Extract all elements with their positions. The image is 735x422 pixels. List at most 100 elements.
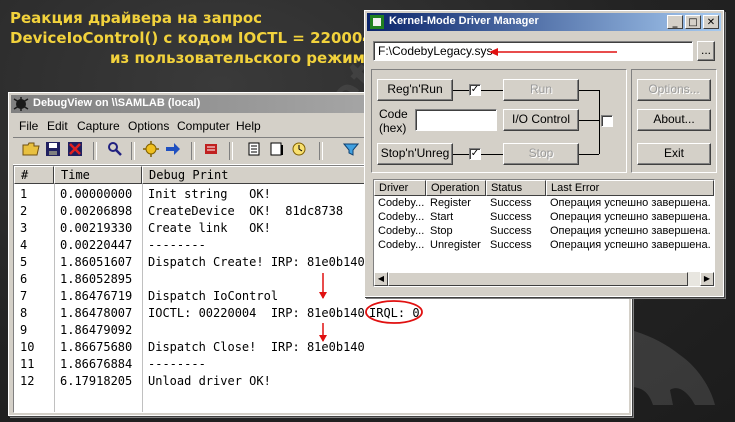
log-cell-err: Операция успешно завершена. [550,197,711,209]
debug-row-number: 9 [20,323,28,337]
arrow-right-icon[interactable] [163,141,183,161]
debug-row-number: 5 [20,255,28,269]
io-control-checkbox[interactable] [601,115,613,127]
ioctl-code-input[interactable] [415,109,497,131]
menu-edit[interactable]: Edit [47,119,68,133]
minimize-button[interactable]: _ [667,15,683,29]
connector-line [579,90,599,91]
log-cell-err: Операция успешно завершена. [550,239,711,251]
history-icon[interactable] [267,141,287,161]
connector-line [481,90,503,91]
toolbar-separator [93,142,97,160]
clock-icon[interactable] [289,141,309,161]
browse-button[interactable]: ... [697,41,715,61]
connector-line [579,120,599,121]
debug-row-number: 7 [20,289,28,303]
save-icon[interactable] [43,141,63,161]
column-header-driver[interactable]: Driver [374,180,426,196]
stop-button[interactable]: Stop [503,143,579,165]
debug-row-text: Dispatch Close! IRP: 81e0b140 [148,340,365,354]
debugview-app-icon [13,97,29,111]
toolbar-separator [229,142,233,160]
red-arrow-path [489,48,617,56]
headline-line-1: Реакция драйвера на запрос [10,9,263,27]
log-cell-driver: Codeby... [378,211,424,223]
code-hex-label: (hex) [379,121,407,135]
column-header-time[interactable]: Time [54,166,142,184]
menu-capture[interactable]: Capture [77,119,120,133]
debug-row-time: 1.86675680 [60,340,133,354]
log-cell-err: Операция успешно завершена. [550,225,711,237]
reg-run-button[interactable]: Reg'n'Run [377,79,453,101]
column-header-number[interactable]: # [14,166,54,184]
filter-icon[interactable] [341,141,361,161]
debug-row-number: 6 [20,272,28,286]
log-cell-driver: Codeby... [378,197,424,209]
column-header-operation[interactable]: Operation [426,180,486,196]
column-header-last-error[interactable]: Last Error [546,180,714,196]
log-cell-status: Success [490,211,532,223]
io-control-button[interactable]: I/O Control [503,109,579,131]
debug-row-number: 2 [20,204,28,218]
horizontal-scrollbar[interactable]: ◀ ▶ [374,272,714,286]
column-divider [54,184,55,412]
menu-file[interactable]: File [19,119,38,133]
debug-row-time: 1.86479092 [60,323,133,337]
column-header-status[interactable]: Status [486,180,546,196]
close-button[interactable]: ✕ [703,15,719,29]
debugview-title: DebugView on \\SAMLAB (local) [33,97,201,109]
reg-run-checkbox[interactable]: ✓ [469,84,481,96]
log-cell-op: Start [430,211,454,223]
connector-line [599,90,600,154]
scrollbar-thumb[interactable] [388,272,688,286]
log-cell-op: Stop [430,225,453,237]
run-button[interactable]: Run [503,79,579,101]
debug-row-number: 8 [20,306,28,320]
debug-row-text: Dispatch Create! IRP: 81e0b140 [148,255,365,269]
log-cell-status: Success [490,225,532,237]
debug-row-time: 0.00206898 [60,204,133,218]
debug-row-time: 0.00220447 [60,238,133,252]
maximize-button[interactable]: □ [685,15,701,29]
debug-row-number: 12 [20,374,35,388]
toolbar-separator [191,142,195,160]
toolbar-separator [131,142,135,160]
about-button[interactable]: About... [637,109,711,131]
clear-icon[interactable] [65,141,85,161]
connector-line [453,154,469,155]
open-folder-icon[interactable] [21,141,41,161]
headline-line-3: из пользовательского режима [110,49,376,67]
menu-help[interactable]: Help [236,119,261,133]
toolbar-separator [319,142,323,160]
debug-row-time: 6.17918205 [60,374,133,388]
stop-unreg-checkbox[interactable]: ✓ [469,148,481,160]
driver-path-value: F:\CodebyLegacy.sys [378,44,493,58]
menu-options[interactable]: Options [128,119,169,133]
capture-icon[interactable] [141,141,161,161]
kmdm-window: Kernel-Mode Driver Manager _ □ ✕ F:\Code… [364,10,724,297]
debug-row-text: Dispatch IoControl [148,289,279,303]
operation-log-list[interactable]: Driver Operation Status Last Error Codeb… [373,179,715,287]
exit-button[interactable]: Exit [637,143,711,165]
autoscroll-icon[interactable] [245,141,265,161]
debug-row-time: 1.86052895 [60,272,133,286]
find-icon[interactable] [105,141,125,161]
capture-kernel-icon[interactable] [201,141,221,161]
log-cell-status: Success [490,197,532,209]
debug-row-number: 4 [20,238,28,252]
irql-note-text: IRQL: 0 [369,306,420,320]
stop-unreg-button[interactable]: Stop'n'Unreg [377,143,453,165]
options-button[interactable]: Options... [637,79,711,101]
debug-row-text: -------- [148,357,206,371]
connector-line [481,154,503,155]
debug-row-text: CreateDevice OK! 81dc8738 [148,204,344,218]
menu-computer[interactable]: Computer [177,119,230,133]
debug-row-time: 1.86476719 [60,289,133,303]
debug-row-text: Create link OK! [148,221,271,235]
scroll-right-arrow-icon[interactable]: ▶ [700,272,714,286]
debug-row-text: IOCTL: 00220004 IRP: 81e0b140 [148,306,365,320]
log-cell-driver: Codeby... [378,239,424,251]
kmdm-app-icon [370,15,384,29]
scroll-left-arrow-icon[interactable]: ◀ [374,272,388,286]
kmdm-titlebar[interactable]: Kernel-Mode Driver Manager _ □ ✕ [367,13,721,31]
